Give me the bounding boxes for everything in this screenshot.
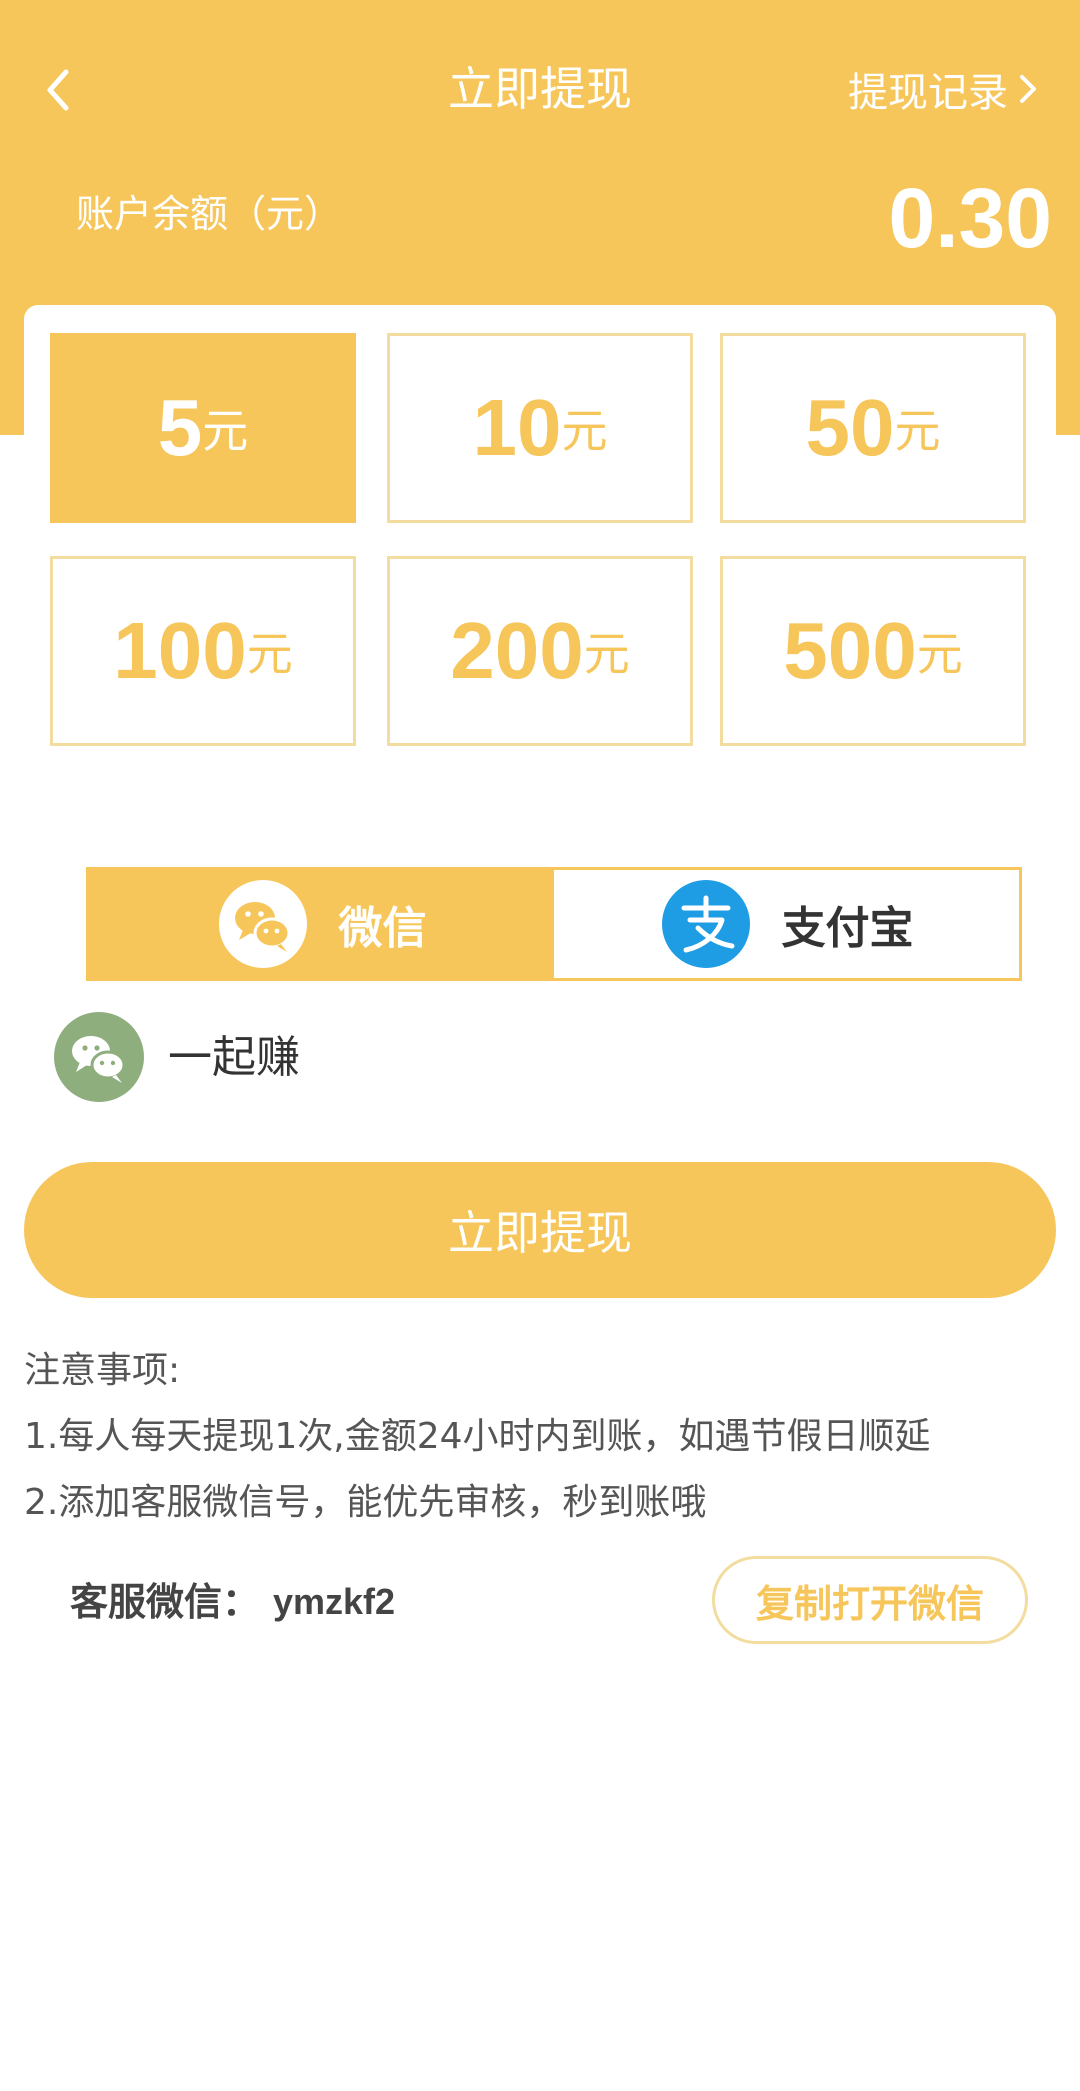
balance-label: 账户余额（元） xyxy=(76,192,343,236)
payment-tab-label: 支付宝 xyxy=(781,903,914,954)
amount-value: 10 xyxy=(472,383,562,472)
amount-option-50[interactable]: 50 元 xyxy=(720,333,1026,523)
amount-value: 100 xyxy=(113,606,247,695)
amount-option-200[interactable]: 200 元 xyxy=(387,556,693,746)
amount-value: 5 xyxy=(157,383,203,472)
amount-value: 500 xyxy=(783,606,917,695)
amount-option-500[interactable]: 500 元 xyxy=(720,556,1026,746)
amount-option-5[interactable]: 5元 xyxy=(50,333,356,523)
wechat-avatar-icon xyxy=(54,1012,144,1102)
amount-option-100[interactable]: 100 元 xyxy=(50,556,356,746)
wechat-icon xyxy=(218,880,307,968)
amount-unit: 元 xyxy=(202,404,249,458)
service-wechat-label: 客服微信： xyxy=(70,1580,261,1624)
notes-item: 1.每人每天提现1次,金额24小时内到账，如遇节假日顺延 xyxy=(24,1416,931,1457)
amount-unit: 元 xyxy=(583,627,630,681)
withdraw-now-button[interactable]: 立即提现 xyxy=(24,1162,1056,1298)
amount-unit: 元 xyxy=(894,404,941,458)
payment-method-tabs: 微信 支付宝 xyxy=(86,867,1022,981)
payment-tab-alipay[interactable]: 支付宝 xyxy=(554,870,1019,978)
notes-title: 注意事项: xyxy=(24,1350,181,1391)
amount-option-10[interactable]: 10 元 xyxy=(387,333,693,523)
alipay-icon xyxy=(661,880,750,968)
amount-value: 50 xyxy=(805,383,895,472)
withdraw-records-link[interactable]: 提现记录 xyxy=(848,58,1040,120)
chevron-right-icon xyxy=(1020,75,1036,103)
payment-tab-label: 微信 xyxy=(338,903,427,954)
notes-item: 2.添加客服微信号，能优先审核，秒到账哦 xyxy=(24,1482,707,1523)
balance-value: 0.30 xyxy=(888,171,1053,265)
amount-value: 200 xyxy=(450,606,584,695)
service-wechat-id: ymzkf2 xyxy=(273,1581,396,1622)
amount-unit: 元 xyxy=(916,627,963,681)
copy-open-wechat-button[interactable]: 复制打开微信 xyxy=(712,1556,1028,1644)
amount-unit: 元 xyxy=(246,627,293,681)
withdraw-records-label: 提现记录 xyxy=(848,70,1008,116)
amount-unit: 元 xyxy=(561,404,608,458)
payment-tab-wechat[interactable]: 微信 xyxy=(89,870,554,978)
account-name: 一起赚 xyxy=(168,1032,300,1083)
notes-section: 注意事项: 1.每人每天提现1次,金额24小时内到账，如遇节假日顺延 2.添加客… xyxy=(24,1340,931,1538)
